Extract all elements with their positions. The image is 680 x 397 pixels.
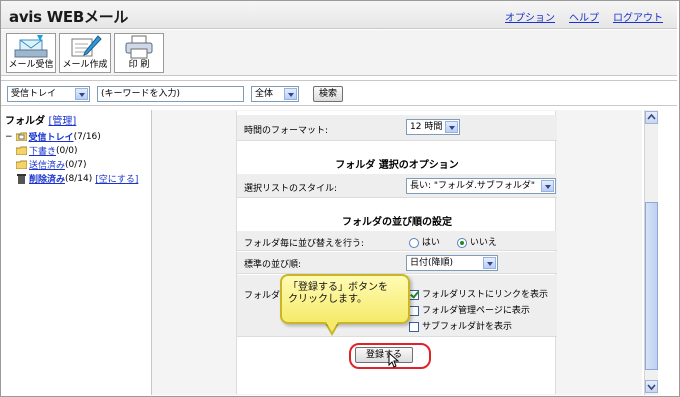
time-format-row: 時間のフォーマット: 12 時間 xyxy=(237,115,557,141)
show-subtotal-label: サブフォルダ計を表示 xyxy=(422,322,513,332)
keyword-input[interactable]: (キーワードを入力) xyxy=(97,86,244,102)
compose-mail-button[interactable]: メール作成 xyxy=(59,33,111,73)
folder-item-sent[interactable]: 送信済み (0/7) xyxy=(15,158,87,171)
list-style-row: 選択リストのスタイル: 長い: "フォルダ.サブフォルダ" xyxy=(237,174,557,198)
sent-folder-icon xyxy=(15,160,28,170)
default-order-value: 日付(降順) xyxy=(410,258,454,268)
folder-select[interactable]: 受信トレイ xyxy=(7,86,90,102)
print-label: 印 刷 xyxy=(128,60,150,70)
sort-each-label: フォルダ毎に並び替えを行う: xyxy=(244,239,365,249)
inbox-folder-icon xyxy=(15,132,28,142)
default-order-label: 標準の並び順: xyxy=(244,260,302,270)
trash-icon xyxy=(16,174,27,184)
list-style-value: 長い: "フォルダ.サブフォルダ" xyxy=(410,181,536,191)
receive-mail-button[interactable]: メール受信 xyxy=(6,33,56,73)
time-format-label: 時間のフォーマット: xyxy=(244,126,329,136)
toolbar: メール受信 メール作成 印 刷 xyxy=(1,30,677,76)
folder-item-trash[interactable]: 削除済み (8/14) [空にする] xyxy=(16,172,138,185)
help-link[interactable]: ヘルプ xyxy=(569,9,599,24)
folder-count: (0/0) xyxy=(56,145,78,156)
search-bar: 受信トレイ (キーワードを入力) 全体 検索 xyxy=(1,80,677,106)
compose-mail-label: メール作成 xyxy=(62,60,108,70)
show-subtotal-checkbox[interactable] xyxy=(409,321,419,332)
sort-no-radio[interactable] xyxy=(457,237,467,248)
folder-item-inbox[interactable]: − 受信トレイ (7/16) xyxy=(5,130,101,144)
app-brand: avis WEBメール xyxy=(9,8,129,26)
scope-select[interactable]: 全体 xyxy=(251,86,299,102)
manage-folders-link[interactable]: [管理] xyxy=(48,116,76,127)
receive-mail-label: メール受信 xyxy=(8,60,54,70)
default-order-select[interactable]: 日付(降順) xyxy=(406,255,498,271)
folder-count: (7/16) xyxy=(73,131,101,142)
chevron-down-icon xyxy=(284,88,297,100)
checkbox-subtotal-option[interactable]: サブフォルダ計を表示 xyxy=(409,319,512,332)
chevron-down-icon xyxy=(445,121,458,133)
folder-select-value: 受信トレイ xyxy=(11,89,57,99)
sort-each-row: フォルダ毎に並び替えを行う: はい いいえ xyxy=(237,231,557,251)
sort-yes-radio[interactable] xyxy=(409,237,419,248)
list-style-label: 選択リストのスタイル: xyxy=(244,184,338,194)
list-style-select[interactable]: 長い: "フォルダ.サブフォルダ" xyxy=(406,178,556,194)
print-button[interactable]: 印 刷 xyxy=(114,33,164,73)
time-format-select[interactable]: 12 時間 xyxy=(406,119,460,135)
tutorial-callout: 「登録する」ボタンを クリックします。 xyxy=(280,274,410,324)
scroll-down-icon[interactable] xyxy=(645,380,658,393)
mail-receive-icon xyxy=(7,34,55,60)
header-links: オプション ヘルプ ログアウト xyxy=(505,9,663,24)
folder-name[interactable]: 受信トレイ xyxy=(29,130,74,143)
default-order-row: 標準の並び順: 日付(降順) xyxy=(237,252,557,274)
section-folder-options: フォルダ 選択のオプション xyxy=(335,160,459,171)
show-link-checkbox[interactable] xyxy=(409,289,419,300)
checkbox-link-option[interactable]: フォルダリストにリンクを表示 xyxy=(409,287,548,300)
collapse-toggle[interactable]: − xyxy=(5,132,13,142)
chevron-down-icon xyxy=(483,257,496,269)
callout-tail-fill xyxy=(326,322,338,332)
header-bar: avis WEBメール オプション ヘルプ ログアウト xyxy=(1,1,677,29)
folder-name[interactable]: 送信済み xyxy=(29,158,65,171)
options-link[interactable]: オプション xyxy=(505,9,555,24)
empty-trash-link[interactable]: [空にする] xyxy=(95,172,138,185)
folder-count: (8/14) xyxy=(65,173,93,184)
mouse-cursor-icon xyxy=(388,352,400,368)
folder-name[interactable]: 削除済み xyxy=(29,172,65,185)
sort-yes-option[interactable]: はい xyxy=(409,235,440,248)
chevron-down-icon xyxy=(75,88,88,100)
vertical-scrollbar[interactable] xyxy=(644,110,658,395)
section-sort: フォルダの並び順の設定 xyxy=(342,217,452,228)
chevron-down-icon xyxy=(541,180,554,192)
folder-count: (0/7) xyxy=(65,159,87,170)
logout-link[interactable]: ログアウト xyxy=(613,9,663,24)
sort-yes-label: はい xyxy=(421,238,440,248)
callout-line-2: クリックします。 xyxy=(288,294,367,305)
checkbox-manage-option[interactable]: フォルダ管理ページに表示 xyxy=(409,303,530,316)
sort-no-label: いいえ xyxy=(469,238,497,248)
scroll-up-icon[interactable] xyxy=(645,111,658,124)
show-in-manage-checkbox[interactable] xyxy=(409,305,419,316)
folder-sidebar: フォルダ [管理] − 受信トレイ (7/16) 下書き (0/0) 送信済み … xyxy=(2,110,150,393)
scope-select-value: 全体 xyxy=(255,89,274,99)
folder-header: フォルダ [管理] xyxy=(2,110,150,127)
search-button[interactable]: 検索 xyxy=(313,86,343,102)
show-link-label: フォルダリストにリンクを表示 xyxy=(422,290,549,300)
mail-compose-icon xyxy=(60,34,110,60)
folder-item-drafts[interactable]: 下書き (0/0) xyxy=(15,144,78,157)
scroll-thumb[interactable] xyxy=(645,202,658,370)
folder-title: フォルダ xyxy=(5,116,45,127)
folder-name[interactable]: 下書き xyxy=(29,144,56,157)
time-format-value: 12 時間 xyxy=(410,122,443,132)
drafts-folder-icon xyxy=(15,146,28,156)
folder-list-label: フォルダ xyxy=(244,291,281,301)
printer-icon xyxy=(115,34,163,60)
callout-line-1: 「登録する」ボタンを xyxy=(288,282,388,293)
sort-no-option[interactable]: いいえ xyxy=(457,235,497,248)
show-in-manage-label: フォルダ管理ページに表示 xyxy=(422,306,530,316)
